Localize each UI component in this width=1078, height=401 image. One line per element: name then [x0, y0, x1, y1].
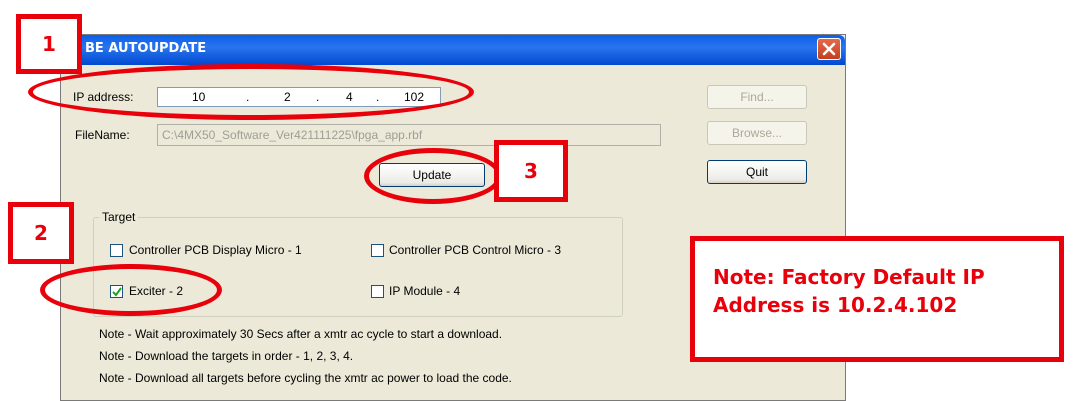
checkbox-label-controller-control-micro[interactable]: Controller PCB Control Micro - 3: [389, 243, 561, 257]
checkbox-label-ip-module[interactable]: IP Module - 4: [389, 284, 460, 298]
browse-button[interactable]: Browse...: [707, 121, 807, 145]
checkbox-label-controller-display-micro[interactable]: Controller PCB Display Micro - 1: [129, 243, 302, 257]
filename-field[interactable]: C:\4MX50_Software_Ver421111225\fpga_app.…: [157, 124, 661, 146]
checkbox-controller-display-micro[interactable]: [110, 244, 123, 257]
checkbox-ip-module[interactable]: [371, 285, 384, 298]
target-group-label: Target: [99, 210, 139, 224]
title-bar[interactable]: BE AUTOUPDATE: [61, 35, 845, 65]
factory-default-ip-callout: Note: Factory Default IP Address is 10.2…: [690, 236, 1064, 362]
close-icon: [822, 42, 836, 56]
annotation-ellipse-ip: [28, 64, 474, 120]
callout-line-2: Address is 10.2.4.102: [713, 293, 958, 317]
note-wait: Note - Wait approximately 30 Secs after …: [99, 327, 503, 341]
annotation-badge-1: 1: [16, 14, 82, 74]
annotation-ellipse-update: [364, 148, 502, 204]
annotation-badge-3: 3: [494, 140, 568, 202]
note-cycle: Note - Download all targets before cycli…: [99, 371, 512, 385]
close-button[interactable]: [817, 38, 841, 60]
quit-button[interactable]: Quit: [707, 160, 807, 184]
find-button[interactable]: Find...: [707, 85, 807, 109]
note-order: Note - Download the targets in order - 1…: [99, 349, 354, 363]
window-title: BE AUTOUPDATE: [85, 41, 207, 56]
annotation-badge-2: 2: [8, 202, 74, 264]
annotation-ellipse-exciter: [40, 264, 222, 316]
callout-line-1: Note: Factory Default IP: [713, 265, 985, 289]
filename-label: FileName:: [75, 128, 130, 142]
checkbox-controller-control-micro[interactable]: [371, 244, 384, 257]
